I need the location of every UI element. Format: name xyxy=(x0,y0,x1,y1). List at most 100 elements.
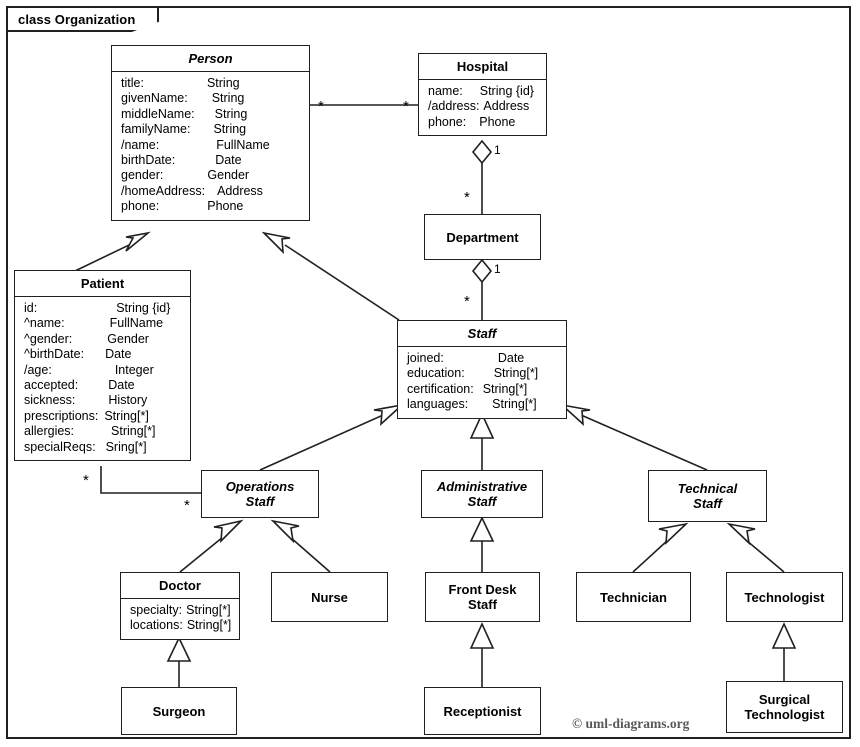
class-box-technician[interactable]: Technician xyxy=(576,572,691,622)
class-box-surgical-technologist[interactable]: Surgical Technologist xyxy=(726,681,843,733)
attribute-type: Address xyxy=(483,99,530,114)
attribute-row: familyName: String xyxy=(112,122,309,137)
attribute-name: joined: xyxy=(407,351,444,365)
class-box-doctor[interactable]: Doctor specialty: String[*] locations: Str… xyxy=(120,572,240,640)
attribute-type: String[*] xyxy=(104,408,149,423)
class-name-surgical-technologist: Surgical Technologist xyxy=(744,692,825,722)
attribute-name: education: xyxy=(407,366,465,381)
attribute-type: String[*] xyxy=(482,381,528,396)
class-name-department: Department xyxy=(446,229,519,245)
class-name-operations-staff: Operations Staff xyxy=(225,479,295,509)
class-box-patient[interactable]: Patient id: String {id} ^name: FullName ^g… xyxy=(14,270,191,462)
attribute-type: String {id} xyxy=(116,301,171,315)
attribute-name: sickness: xyxy=(24,393,76,408)
attribute-row: birthDate: Date xyxy=(112,153,309,168)
attribute-type: String[*] xyxy=(111,424,156,439)
class-box-person[interactable]: Person title: String givenName: String mid… xyxy=(111,45,310,221)
class-box-operations-staff[interactable]: Operations Staff xyxy=(201,470,319,518)
attribute-row: specialty: String[*] xyxy=(121,603,239,618)
class-box-staff[interactable]: Staff joined: Date education: String[*] ce… xyxy=(397,320,567,419)
attribute-type: String xyxy=(213,122,247,137)
attribute-type: String {id} xyxy=(479,84,534,98)
class-name-administrative-staff: Administrative Staff xyxy=(436,479,528,509)
attribute-type: String[*] xyxy=(493,366,539,381)
attribute-compartment-person: title: String givenName: String middleName… xyxy=(112,72,309,220)
multiplicity-department-staff-department-end: 1 xyxy=(494,262,501,276)
attribute-row: phone: Phone xyxy=(419,115,546,130)
attribute-name: phone: xyxy=(428,114,467,129)
class-name-staff: Staff xyxy=(398,321,566,347)
attribute-type: Address xyxy=(217,183,263,198)
multiplicity-hospital-department-hospital-end: 1 xyxy=(494,143,501,157)
attribute-type: Date xyxy=(215,153,242,168)
attribute-row: id: String {id} xyxy=(15,301,190,316)
attribute-type: FullName xyxy=(216,137,270,152)
attribute-compartment-staff: joined: Date education: String[*] certific… xyxy=(398,347,566,418)
attribute-row: phone: Phone xyxy=(112,199,309,214)
diagram-frame-label: class Organization xyxy=(18,11,136,27)
class-box-department[interactable]: Department xyxy=(424,214,541,260)
class-box-front-desk-staff[interactable]: Front Desk Staff xyxy=(425,572,540,622)
attribute-type: String xyxy=(214,106,248,121)
class-name-receptionist: Receptionist xyxy=(443,703,522,719)
class-name-doctor: Doctor xyxy=(121,573,239,599)
attribute-row: ^name: FullName xyxy=(15,316,190,331)
attribute-name: certification: xyxy=(407,381,474,396)
class-box-hospital[interactable]: Hospital name: String {id} /address: Addre… xyxy=(418,53,547,137)
attribute-type: History xyxy=(108,393,148,408)
attribute-type: Phone xyxy=(479,114,516,129)
attribute-row: sickness: History xyxy=(15,393,190,408)
attribute-name: id: xyxy=(24,301,38,315)
diagram-frame-tab: class Organization xyxy=(6,6,160,32)
attribute-row: allergies: String[*] xyxy=(15,424,190,439)
attribute-type: FullName xyxy=(109,316,164,331)
attribute-name: languages: xyxy=(407,397,469,412)
attribute-compartment-hospital: name: String {id} /address: Address phone:… xyxy=(419,80,546,135)
attribute-type: String[*] xyxy=(186,603,231,617)
attribute-type: Gender xyxy=(107,331,149,346)
attribute-row: /name: FullName xyxy=(112,138,309,153)
multiplicity-patient-operations-patient-end: * xyxy=(83,472,89,489)
attribute-row: title: String xyxy=(112,76,309,91)
attribute-type: Gender xyxy=(207,168,250,183)
attribute-type: Integer xyxy=(114,362,154,377)
attribute-type: Sring[*] xyxy=(105,439,147,454)
class-box-technologist[interactable]: Technologist xyxy=(726,572,843,622)
attribute-type: Date xyxy=(105,347,132,362)
class-box-surgeon[interactable]: Surgeon xyxy=(121,687,237,735)
attribute-row: name: String {id} xyxy=(419,84,546,99)
class-box-technical-staff[interactable]: Technical Staff xyxy=(648,470,767,522)
attribute-row: middleName: String xyxy=(112,107,309,122)
attribute-compartment-doctor: specialty: String[*] locations: String[*] xyxy=(121,599,239,639)
copyright-notice: © uml-diagrams.org xyxy=(572,716,690,731)
attribute-name: phone: xyxy=(121,199,160,214)
attribute-row: certification: String[*] xyxy=(398,382,566,397)
attribute-name: name: xyxy=(428,84,463,98)
attribute-row: education: String[*] xyxy=(398,366,566,381)
class-box-receptionist[interactable]: Receptionist xyxy=(424,687,541,735)
class-name-surgeon: Surgeon xyxy=(152,703,206,719)
attribute-name: gender: xyxy=(121,168,164,183)
attribute-row: givenName: String xyxy=(112,91,309,106)
attribute-compartment-patient: id: String {id} ^name: FullName ^gender: Ge… xyxy=(15,297,190,460)
attribute-row: /age: Integer xyxy=(15,363,190,378)
attribute-name: ^birthDate: xyxy=(24,347,85,362)
multiplicity-department-staff-staff-end: * xyxy=(464,293,470,310)
class-box-nurse[interactable]: Nurse xyxy=(271,572,388,622)
attribute-name: prescriptions: xyxy=(24,408,99,423)
attribute-row: specialReqs: Sring[*] xyxy=(15,440,190,455)
attribute-row: accepted: Date xyxy=(15,378,190,393)
class-box-administrative-staff[interactable]: Administrative Staff xyxy=(421,470,543,518)
class-name-technical-staff: Technical Staff xyxy=(677,481,738,511)
attribute-name: givenName: xyxy=(121,91,188,106)
attribute-row: /homeAddress: Address xyxy=(112,184,309,199)
attribute-type: String[*] xyxy=(186,618,232,633)
attribute-row: ^birthDate: Date xyxy=(15,347,190,362)
attribute-row: locations: String[*] xyxy=(121,618,239,633)
attribute-name: ^name: xyxy=(24,316,65,331)
class-name-patient: Patient xyxy=(15,271,190,297)
class-name-hospital: Hospital xyxy=(419,54,546,80)
class-name-person: Person xyxy=(112,46,309,72)
attribute-name: birthDate: xyxy=(121,153,176,168)
attribute-row: ^gender: Gender xyxy=(15,332,190,347)
